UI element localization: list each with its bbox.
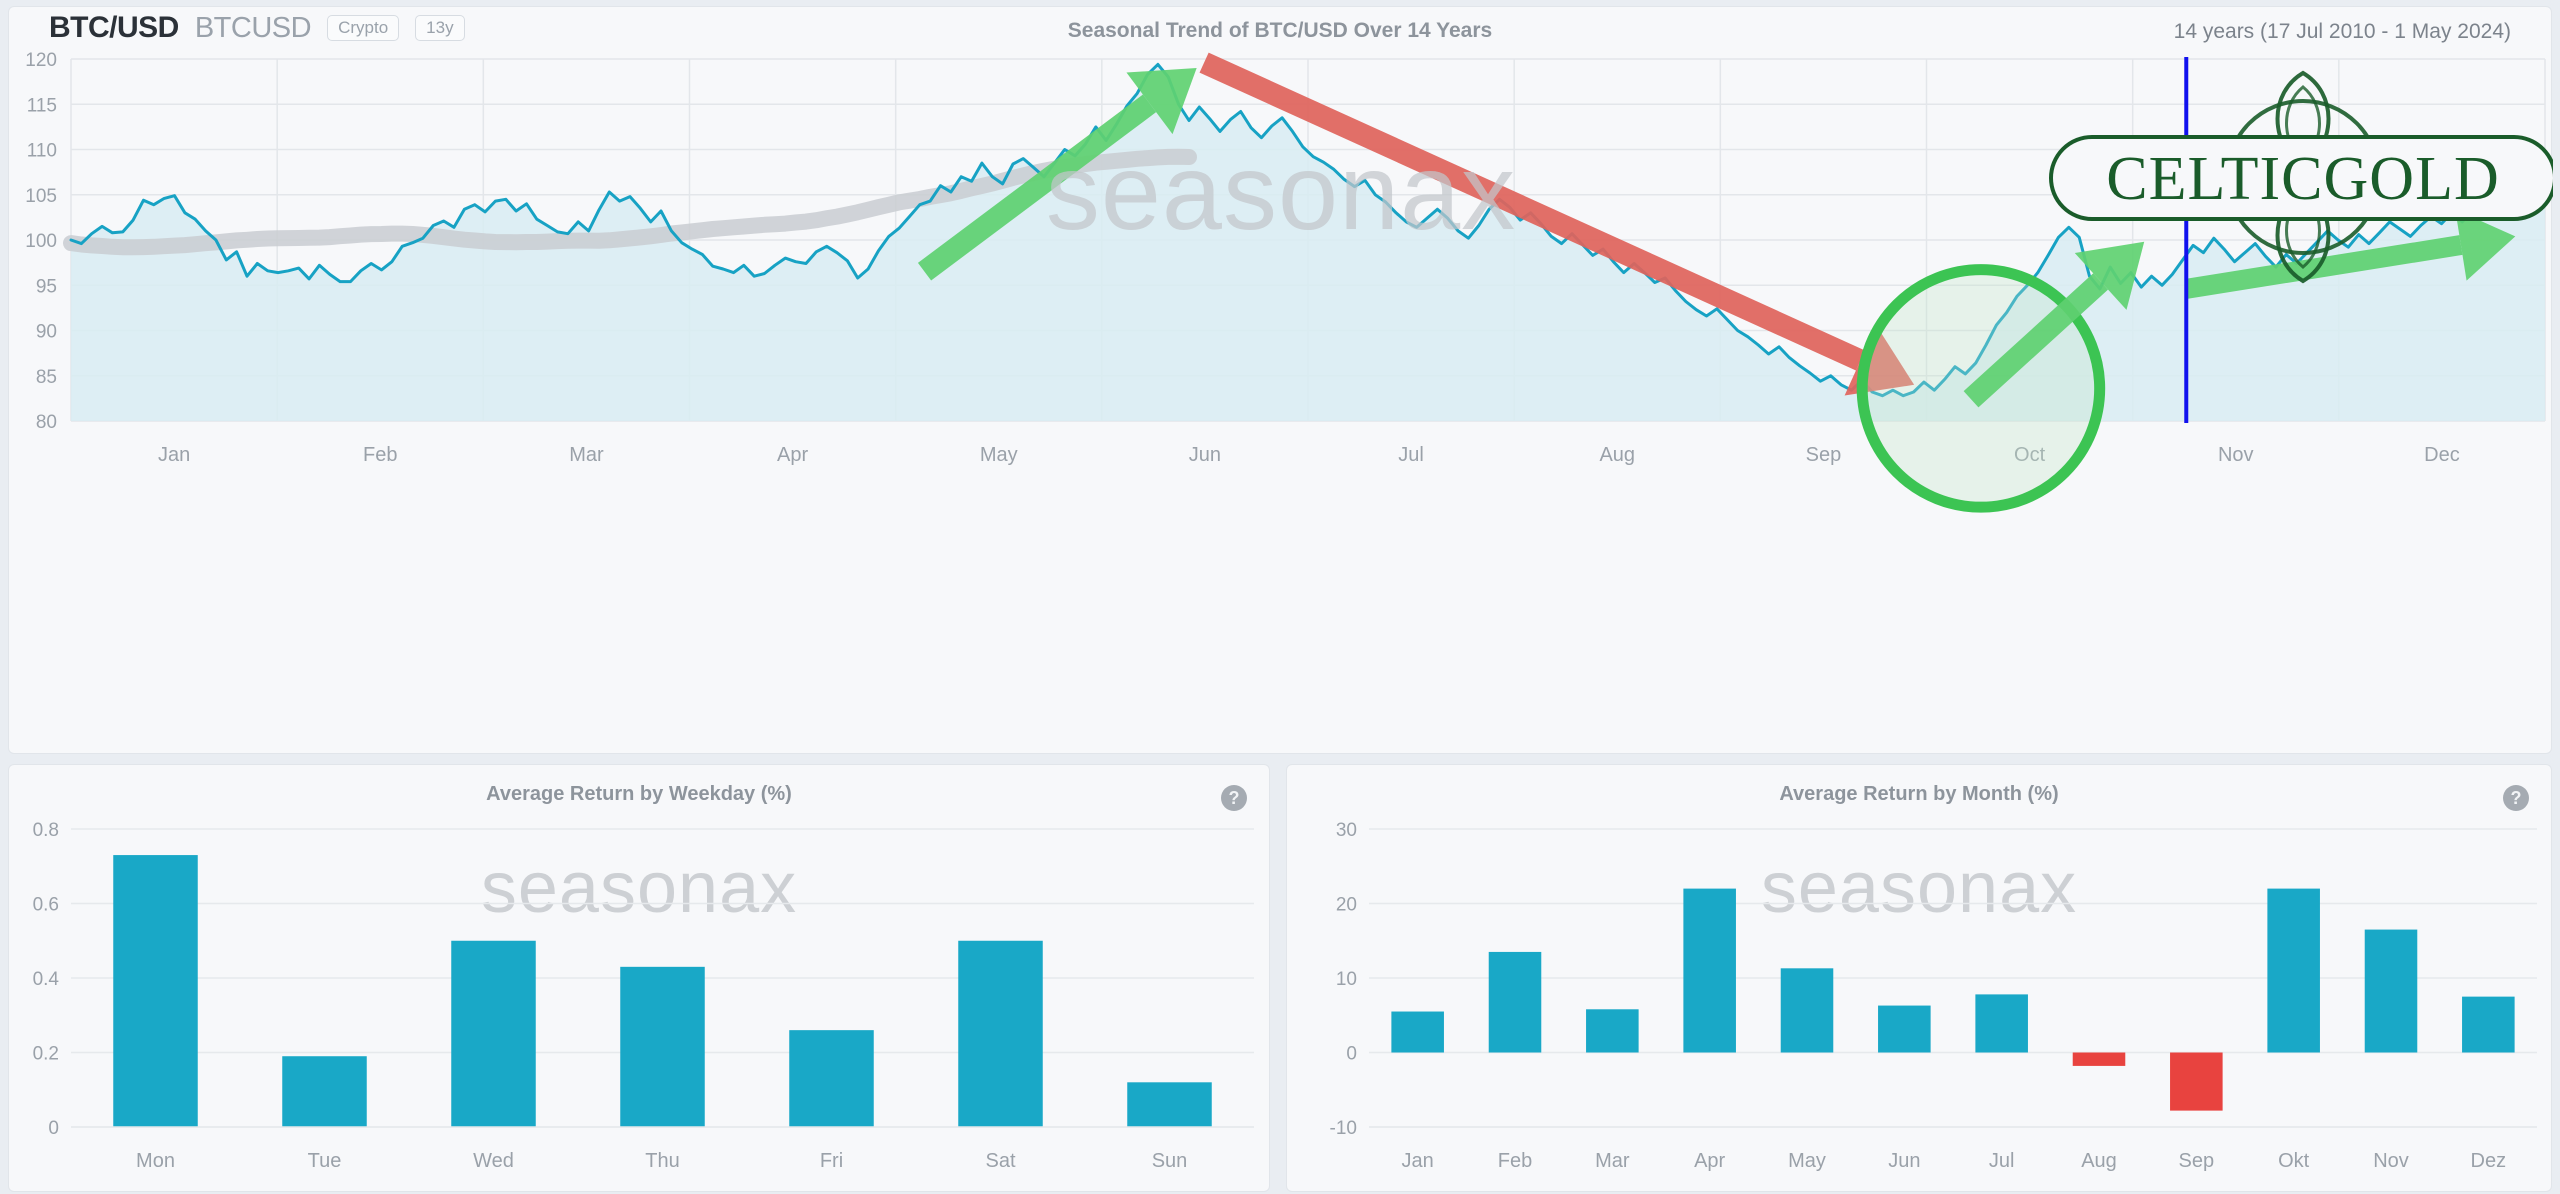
weekday-chart-panel: Average Return by Weekday (%) ? seasonax… (8, 764, 1270, 1192)
svg-text:Aug: Aug (2081, 1150, 2117, 1172)
svg-text:May: May (980, 444, 1018, 466)
bar (2267, 888, 2320, 1053)
svg-text:Jun: Jun (1189, 444, 1221, 466)
bar (1780, 968, 1834, 1053)
month-chart-panel: Average Return by Month (%) ? seasonax -… (1286, 764, 2552, 1192)
svg-text:Wed: Wed (473, 1150, 514, 1172)
svg-text:Jan: Jan (1402, 1150, 1434, 1172)
svg-text:120: 120 (25, 51, 57, 71)
svg-text:Sat: Sat (985, 1150, 1015, 1172)
svg-text:-10: -10 (1330, 1118, 1357, 1139)
svg-text:Dec: Dec (2424, 444, 2460, 466)
seasonal-trend-svg[interactable]: 80 85 90 95 100 105 110 115 120 Jan Feb Mar Apr May Ju… (9, 51, 2553, 755)
bar (282, 1056, 367, 1127)
svg-text:Sep: Sep (2179, 1150, 2215, 1172)
svg-text:115: 115 (27, 95, 57, 116)
svg-text:110: 110 (27, 141, 57, 162)
bar (789, 1030, 874, 1127)
svg-text:100: 100 (25, 231, 57, 252)
svg-text:Apr: Apr (1694, 1150, 1725, 1172)
seasonal-chart-panel: BTC/USD BTCUSD Crypto 13y Seasonal Trend… (8, 6, 2553, 755)
month-chart-title: Average Return by Month (%) (1779, 783, 2059, 805)
svg-text:0.2: 0.2 (33, 1044, 59, 1065)
bar (2364, 929, 2418, 1053)
chart-title: Seasonal Trend of BTC/USD Over 14 Years (1067, 19, 1493, 42)
svg-text:Aug: Aug (1599, 444, 1635, 466)
svg-text:0.8: 0.8 (33, 820, 59, 841)
seasonax-dashboard: BTC/USD BTCUSD Crypto 13y Seasonal Trend… (0, 0, 2560, 1194)
svg-text:90: 90 (36, 322, 57, 343)
bar (1878, 1005, 1931, 1053)
bar (451, 940, 536, 1127)
bar (1391, 1011, 1444, 1053)
bar (958, 940, 1043, 1127)
weekday-plot-area[interactable]: 0 0.2 0.4 0.6 0.8 Mon Tue Wed Thu Fri Sat Sun (9, 815, 1271, 1194)
month-bars-svg[interactable]: -10 0 10 20 30 Jan Feb Mar Apr May Jun Jul Aug Sep Okt… (1287, 815, 2553, 1193)
svg-text:0: 0 (1346, 1044, 1357, 1065)
svg-text:0.4: 0.4 (33, 969, 60, 990)
svg-text:Feb: Feb (363, 444, 397, 466)
svg-text:Tue: Tue (308, 1150, 342, 1172)
svg-text:10: 10 (1336, 969, 1357, 990)
svg-text:0: 0 (48, 1118, 59, 1139)
svg-text:105: 105 (25, 186, 57, 207)
chart-header: BTC/USD BTCUSD Crypto 13y Seasonal Trend… (9, 7, 2551, 51)
svg-text:20: 20 (1336, 895, 1357, 916)
bar (1127, 1082, 1212, 1127)
weekday-chart-title: Average Return by Weekday (%) (486, 783, 792, 805)
help-icon[interactable]: ? (1221, 785, 1247, 811)
bar (620, 966, 705, 1127)
bar (2462, 996, 2515, 1053)
bar (1586, 1009, 1639, 1053)
svg-text:Mar: Mar (569, 444, 604, 466)
svg-text:Mon: Mon (136, 1150, 175, 1172)
svg-text:Jan: Jan (158, 444, 190, 466)
bar (113, 855, 198, 1127)
bar (2072, 1052, 2126, 1066)
bar (1975, 994, 2028, 1053)
svg-text:0.6: 0.6 (33, 895, 59, 916)
month-plot-area[interactable]: -10 0 10 20 30 Jan Feb Mar Apr May Jun Jul Aug Sep Okt… (1287, 815, 2553, 1194)
bar (1488, 951, 1542, 1053)
svg-text:Nov: Nov (2373, 1150, 2409, 1172)
main-plot-area[interactable]: seasonax 80 85 90 95 100 105 110 115 120 Jan Feb Ma… (9, 51, 2553, 755)
svg-text:Dez: Dez (2471, 1150, 2507, 1172)
svg-text:95: 95 (36, 276, 57, 297)
svg-text:Okt: Okt (2278, 1150, 2310, 1172)
weekday-bars-svg[interactable]: 0 0.2 0.4 0.6 0.8 Mon Tue Wed Thu Fri Sat Sun (9, 815, 1271, 1193)
svg-text:May: May (1788, 1150, 1826, 1172)
date-range-label: 14 years (17 Jul 2010 - 1 May 2024) (2173, 20, 2511, 43)
svg-text:Jun: Jun (1888, 1150, 1920, 1172)
svg-text:80: 80 (36, 412, 57, 433)
svg-text:Feb: Feb (1498, 1150, 1532, 1172)
svg-text:CELTICGOLD: CELTICGOLD (2106, 145, 2499, 213)
svg-text:Nov: Nov (2218, 444, 2254, 466)
svg-text:30: 30 (1336, 820, 1357, 841)
bar (1683, 888, 1736, 1053)
svg-text:Sun: Sun (1152, 1150, 1188, 1172)
svg-text:Thu: Thu (645, 1150, 679, 1172)
svg-text:Sep: Sep (1806, 444, 1842, 466)
svg-text:Fri: Fri (820, 1150, 843, 1172)
svg-text:Apr: Apr (777, 444, 808, 466)
svg-text:85: 85 (36, 367, 57, 388)
bar (2170, 1052, 2223, 1111)
svg-text:Jul: Jul (1398, 444, 1424, 466)
svg-text:Mar: Mar (1595, 1150, 1630, 1172)
svg-text:Jul: Jul (1989, 1150, 2015, 1172)
help-icon[interactable]: ? (2503, 785, 2529, 811)
